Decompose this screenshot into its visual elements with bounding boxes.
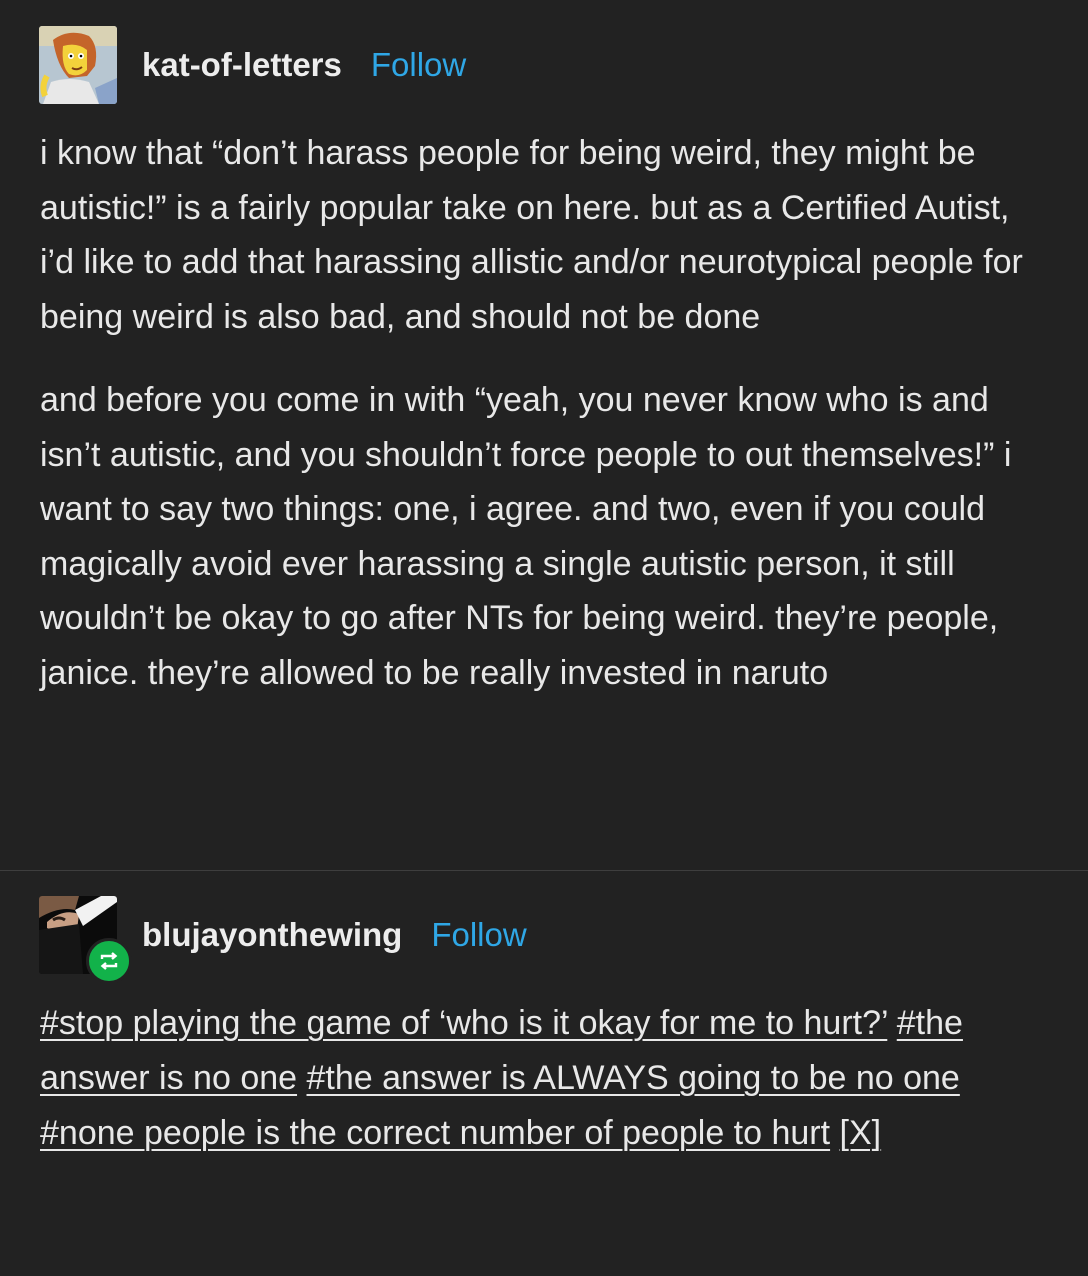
tag-link[interactable]: #the answer is ALWAYS going to be no one: [307, 1059, 960, 1097]
follow-button[interactable]: Follow: [431, 916, 526, 954]
source-link[interactable]: [X]: [840, 1114, 882, 1152]
tag-link[interactable]: #none people is the correct number of pe…: [40, 1114, 830, 1152]
reblog-icon: [86, 938, 132, 984]
post-body: i know that “don’t harass people for bei…: [40, 126, 1052, 700]
tag-link[interactable]: #stop playing the game of ‘who is it oka…: [40, 1004, 887, 1042]
post-tags: #stop playing the game of ‘who is it oka…: [40, 996, 1050, 1161]
post-paragraph: i know that “don’t harass people for bei…: [40, 134, 1023, 336]
follow-button[interactable]: Follow: [371, 46, 466, 84]
post-divider: [0, 870, 1088, 871]
cartoon-woman-avatar-icon[interactable]: [39, 26, 117, 104]
post-username[interactable]: blujayonthewing: [142, 916, 402, 954]
post-paragraph: and before you come in with “yeah, you n…: [40, 381, 1012, 692]
post-username[interactable]: kat-of-letters: [142, 46, 342, 84]
post-header: kat-of-letters Follow: [39, 26, 466, 104]
